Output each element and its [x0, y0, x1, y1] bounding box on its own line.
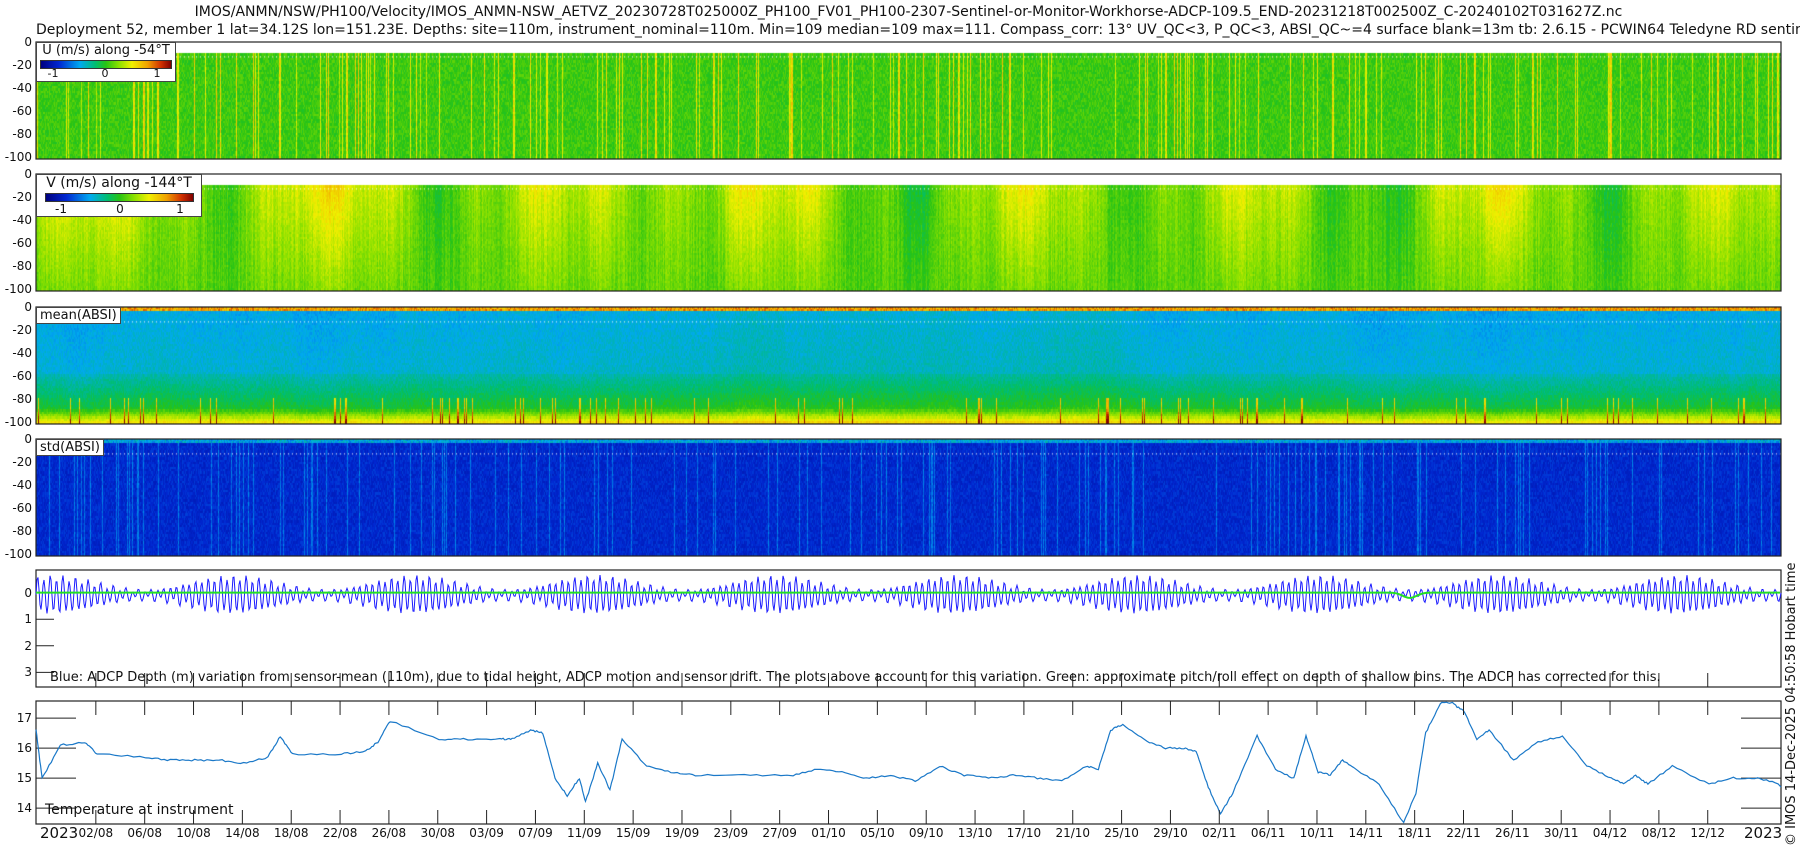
- x-tick-label: 06/08: [127, 826, 162, 840]
- y-tick-label: -60: [2, 369, 32, 383]
- u-colorbar-legend: U (m/s) along -54°T -1 0 1: [36, 42, 176, 82]
- y-tick-label: 3: [2, 665, 32, 679]
- x-tick-label: 03/09: [469, 826, 504, 840]
- y-tick-label: -60: [2, 501, 32, 515]
- x-tick-label: 21/10: [1055, 826, 1090, 840]
- u-legend-title: U (m/s) along -54°T: [37, 43, 175, 58]
- x-tick-label: 30/11: [1544, 826, 1579, 840]
- y-tick-label: 1: [2, 612, 32, 626]
- x-tick-label: 14/08: [225, 826, 260, 840]
- y-tick-label: -80: [2, 392, 32, 406]
- mean-absi-label: mean(ABSI): [36, 307, 121, 324]
- y-tick-label: 14: [2, 801, 32, 815]
- x-tick-label: 06/11: [1251, 826, 1286, 840]
- x-tick-label: 15/09: [616, 826, 651, 840]
- y-tick-label: -100: [2, 150, 32, 164]
- v-colorbar-legend: V (m/s) along -144°T -1 0 1: [36, 174, 202, 217]
- y-tick-label: 17: [2, 711, 32, 725]
- y-tick-label: -20: [2, 58, 32, 72]
- y-tick-label: -80: [2, 127, 32, 141]
- x-tick-label: 17/10: [1007, 826, 1042, 840]
- y-tick-label: -100: [2, 282, 32, 296]
- x-tick-label: 14/11: [1349, 826, 1384, 840]
- x-tick-label: 13/10: [958, 826, 993, 840]
- y-tick-label: 15: [2, 771, 32, 785]
- x-tick-label: 29/10: [1153, 826, 1188, 840]
- panel-frame: [36, 439, 1781, 556]
- y-tick-label: -60: [2, 104, 32, 118]
- x-tick-label: 07/09: [518, 826, 553, 840]
- u-colorbar-tick: -1: [48, 67, 59, 80]
- y-tick-label: 16: [2, 741, 32, 755]
- v-colorbar-tick: 1: [176, 202, 184, 216]
- x-tick-label: 23/09: [714, 826, 749, 840]
- x-tick-label: 05/10: [860, 826, 895, 840]
- y-tick-label: -100: [2, 415, 32, 429]
- y-tick-label: 0: [2, 300, 32, 314]
- y-tick-label: 0: [2, 432, 32, 446]
- v-colorbar: [45, 193, 194, 202]
- y-tick-label: 0: [2, 586, 32, 600]
- x-tick-label: 11/09: [567, 826, 602, 840]
- x-tick-label: 10/08: [176, 826, 211, 840]
- u-colorbar-tick: 0: [102, 67, 109, 80]
- x-tick-label: 26/11: [1495, 826, 1530, 840]
- y-tick-label: -40: [2, 346, 32, 360]
- x-tick-label: 02/11: [1202, 826, 1237, 840]
- year-label-right: 2023: [1744, 824, 1782, 842]
- v-colorbar-tick: -1: [55, 202, 67, 216]
- timestamp-stamp: © IMOS 14-Dec-2025 04:50:58 Hobart time: [1784, 562, 1799, 846]
- temperature-line: [36, 702, 1781, 822]
- panel-frame: [36, 307, 1781, 424]
- year-label-left: 2023: [40, 824, 78, 842]
- x-tick-label: 18/11: [1397, 826, 1432, 840]
- y-tick-label: -20: [2, 455, 32, 469]
- x-tick-label: 02/08: [79, 826, 114, 840]
- y-tick-label: -40: [2, 81, 32, 95]
- temperature-label: Temperature at instrument: [45, 802, 233, 818]
- y-tick-label: 0: [2, 167, 32, 181]
- y-tick-label: -20: [2, 323, 32, 337]
- x-tick-label: 19/09: [665, 826, 700, 840]
- x-tick-label: 22/11: [1446, 826, 1481, 840]
- y-tick-label: -60: [2, 236, 32, 250]
- x-tick-label: 18/08: [274, 826, 309, 840]
- y-tick-label: -40: [2, 213, 32, 227]
- x-tick-label: 08/12: [1642, 826, 1677, 840]
- x-tick-label: 27/09: [762, 826, 797, 840]
- panel-frame: [36, 42, 1781, 159]
- x-tick-label: 12/12: [1690, 826, 1725, 840]
- y-tick-label: 2: [2, 639, 32, 653]
- y-tick-label: -80: [2, 524, 32, 538]
- x-tick-label: 09/10: [909, 826, 944, 840]
- x-tick-label: 04/12: [1593, 826, 1628, 840]
- v-legend-title: V (m/s) along -144°T: [37, 175, 201, 191]
- u-colorbar-tick: 1: [154, 67, 161, 80]
- v-colorbar-tick: 0: [116, 202, 124, 216]
- x-tick-label: 26/08: [372, 826, 407, 840]
- x-tick-label: 22/08: [323, 826, 358, 840]
- panel-frame: [36, 174, 1781, 291]
- depth-caption: Blue: ADCP Depth (m) variation from sens…: [50, 670, 1661, 685]
- std-absi-label: std(ABSI): [36, 439, 104, 456]
- x-tick-label: 25/10: [1104, 826, 1139, 840]
- y-tick-label: -20: [2, 190, 32, 204]
- axes-overlay: [0, 0, 1800, 850]
- x-tick-label: 10/11: [1300, 826, 1335, 840]
- y-tick-label: -100: [2, 547, 32, 561]
- y-tick-label: -40: [2, 478, 32, 492]
- x-tick-label: 30/08: [420, 826, 455, 840]
- panel-frame: [36, 701, 1781, 824]
- depth-variation-line: [36, 575, 1781, 613]
- y-tick-label: -80: [2, 259, 32, 273]
- x-tick-label: 01/10: [811, 826, 846, 840]
- y-tick-label: 0: [2, 35, 32, 49]
